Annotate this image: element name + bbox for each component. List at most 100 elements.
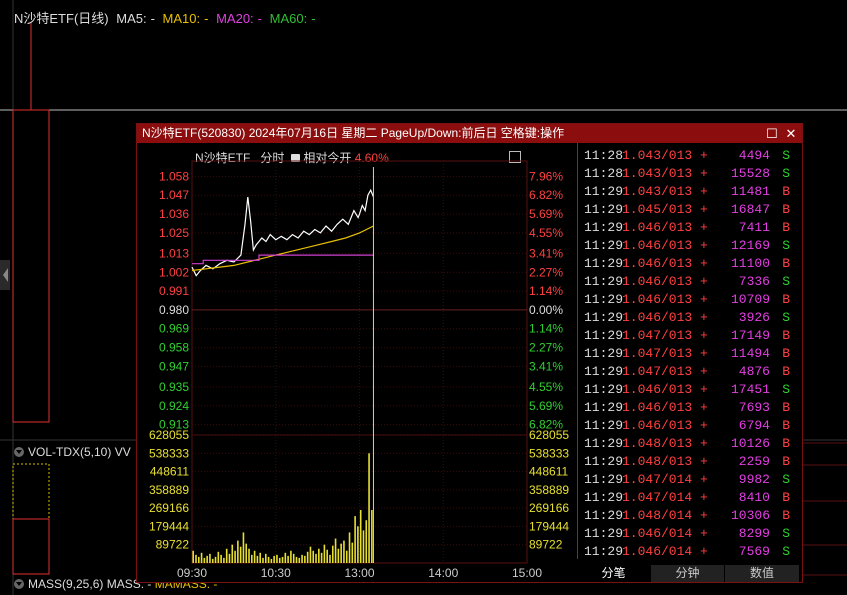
tick-row[interactable]: 11:291.048/013 + 2259 B: [584, 453, 796, 471]
tick-direction: S: [782, 472, 790, 487]
series-line-open: [192, 254, 374, 265]
volume-bar: [301, 554, 303, 563]
volume-bar: [284, 552, 287, 563]
tick-row[interactable]: 11:291.046/013 + 7411 B: [584, 219, 796, 237]
close-icon[interactable]: ✕: [782, 124, 800, 143]
price-tick-label: 0.980: [159, 303, 189, 317]
tick-row[interactable]: 11:291.046/014 + 7569 S: [584, 543, 796, 561]
tick-price: 1.047/014 +: [622, 490, 708, 505]
tick-price: 1.048/013 +: [622, 436, 708, 451]
tick-time: 11:29: [584, 508, 624, 523]
tab-ticks[interactable]: 分笔: [577, 565, 651, 582]
volume-indicator-header[interactable]: VOL-TDX(5,10) VV: [14, 445, 131, 459]
maximize-icon[interactable]: ☐: [763, 124, 781, 143]
tick-row[interactable]: 11:281.043/013 + 15528 S: [584, 165, 796, 183]
dropdown-icon[interactable]: [14, 579, 24, 589]
tick-row[interactable]: 11:291.043/013 + 11481 B: [584, 183, 796, 201]
dropdown-icon[interactable]: [14, 447, 24, 457]
tick-row[interactable]: 11:291.047/013 + 11494 B: [584, 345, 796, 363]
tick-row[interactable]: 11:291.047/014 + 8410 B: [584, 489, 796, 507]
volume-bar: [320, 552, 323, 563]
tick-row[interactable]: 11:291.046/013 + 3926 S: [584, 309, 796, 327]
daily-candle: [12, 109, 50, 423]
volume-bar: [248, 548, 250, 563]
tick-time: 11:29: [584, 526, 624, 541]
tick-row[interactable]: 11:291.046/013 + 7336 S: [584, 273, 796, 291]
tick-row[interactable]: 11:291.046/013 + 7693 B: [584, 399, 796, 417]
tick-time: 11:29: [584, 184, 624, 199]
tick-time: 11:29: [584, 382, 624, 397]
tick-row[interactable]: 11:291.046/013 + 6794 B: [584, 417, 796, 435]
tick-row[interactable]: 11:281.043/013 + 4494 S: [584, 147, 796, 165]
tab-minutes[interactable]: 分钟: [651, 565, 725, 582]
price-tick-label: 1.013: [159, 246, 189, 260]
volume-bar: [351, 542, 354, 563]
volume-tick-label-right: 358889: [529, 483, 569, 497]
tick-direction: B: [782, 220, 790, 235]
tab-values[interactable]: 数值: [725, 565, 800, 582]
time-tick-label: 14:00: [428, 566, 458, 580]
volume-tick-label-right: 89722: [529, 538, 563, 552]
daily-chart-header: N沙特ETF(日线) MA5: - MA10: - MA20: - MA60: -: [14, 8, 320, 27]
volume-tick-label: 628055: [149, 428, 189, 442]
ma60-label: MA60:: [269, 11, 308, 26]
tick-volume: 8299: [738, 526, 770, 541]
volume-bar: [365, 520, 368, 563]
tick-price: 1.048/014 +: [622, 508, 708, 523]
tick-row[interactable]: 11:291.047/013 + 4876 B: [584, 363, 796, 381]
volume-bar: [368, 453, 370, 563]
tick-row[interactable]: 11:291.047/014 + 9982 S: [584, 471, 796, 489]
tick-time: 11:29: [584, 292, 624, 307]
intraday-popup-window[interactable]: N沙特ETF(520830) 2024年07月16日 星期二 PageUp/Do…: [136, 123, 803, 583]
tick-price: 1.047/013 +: [622, 346, 708, 361]
tick-row[interactable]: 11:291.046/013 + 11100 B: [584, 255, 796, 273]
tick-row[interactable]: 11:291.046/013 + 12169 S: [584, 237, 796, 255]
volume-bar: [206, 555, 208, 563]
tick-direction: S: [782, 544, 790, 559]
mass-indicator-label: MASS(9,25,6): [28, 577, 104, 591]
tick-direction: B: [782, 436, 790, 451]
volume-bar: [290, 550, 292, 563]
tick-volume: 15528: [730, 166, 770, 181]
ma5-value: -: [150, 11, 155, 26]
time-tick-label: 13:00: [344, 566, 374, 580]
volume-bar: [217, 551, 220, 563]
tick-time: 11:29: [584, 490, 624, 505]
volume-bar: [287, 555, 289, 563]
volume-bar: [228, 553, 231, 563]
volume-bar: [348, 532, 351, 563]
volume-tick-label-right: 538333: [529, 446, 569, 460]
tick-direction: S: [782, 274, 790, 289]
volume-tick-label-right: 179444: [529, 519, 569, 533]
tick-panel-tabs[interactable]: 分笔 分钟 数值: [577, 565, 802, 582]
volume-bar: [323, 544, 326, 563]
volume-bar: [309, 546, 312, 563]
percent-tick-label: 0.00%: [529, 303, 563, 317]
tick-volume: 10306: [730, 508, 770, 523]
tick-price: 1.048/013 +: [622, 454, 708, 469]
tick-row[interactable]: 11:291.046/013 + 10709 B: [584, 291, 796, 309]
tick-row[interactable]: 11:291.045/013 + 16847 B: [584, 201, 796, 219]
volume-bar: [195, 554, 197, 563]
percent-tick-label: 2.27%: [529, 341, 563, 355]
tick-time: 11:29: [584, 472, 624, 487]
tick-row[interactable]: 11:291.047/013 + 17149 B: [584, 327, 796, 345]
tick-volume: 7693: [738, 400, 770, 415]
tick-list[interactable]: 11:281.043/013 +4494 S 11:281.043/013 +155…: [577, 143, 801, 559]
volume-bar: [281, 556, 284, 563]
volume-bar: [253, 550, 256, 563]
tick-price: 1.046/013 +: [622, 418, 708, 433]
intraday-chart-area[interactable]: N沙特ETF 分时 相对今开 4.60% 1.058 7.96% 1.047 6.82…: [137, 143, 577, 582]
tick-volume: 17451: [730, 382, 770, 397]
tick-direction: B: [782, 490, 790, 505]
tick-volume: 7411: [738, 220, 770, 235]
tick-row[interactable]: 11:291.046/014 + 8299 S: [584, 525, 796, 543]
volume-bar: [223, 557, 225, 563]
tick-row[interactable]: 11:291.048/014 + 10306 B: [584, 507, 796, 525]
tick-row[interactable]: 11:291.048/013 + 10126 B: [584, 435, 796, 453]
tick-time: 11:28: [584, 166, 624, 181]
tick-row[interactable]: 11:291.046/013 + 17451 S: [584, 381, 796, 399]
ma10-value: -: [204, 11, 209, 26]
popup-title-bar[interactable]: N沙特ETF(520830) 2024年07月16日 星期二 PageUp/Do…: [137, 124, 802, 143]
tick-volume: 10709: [730, 292, 770, 307]
